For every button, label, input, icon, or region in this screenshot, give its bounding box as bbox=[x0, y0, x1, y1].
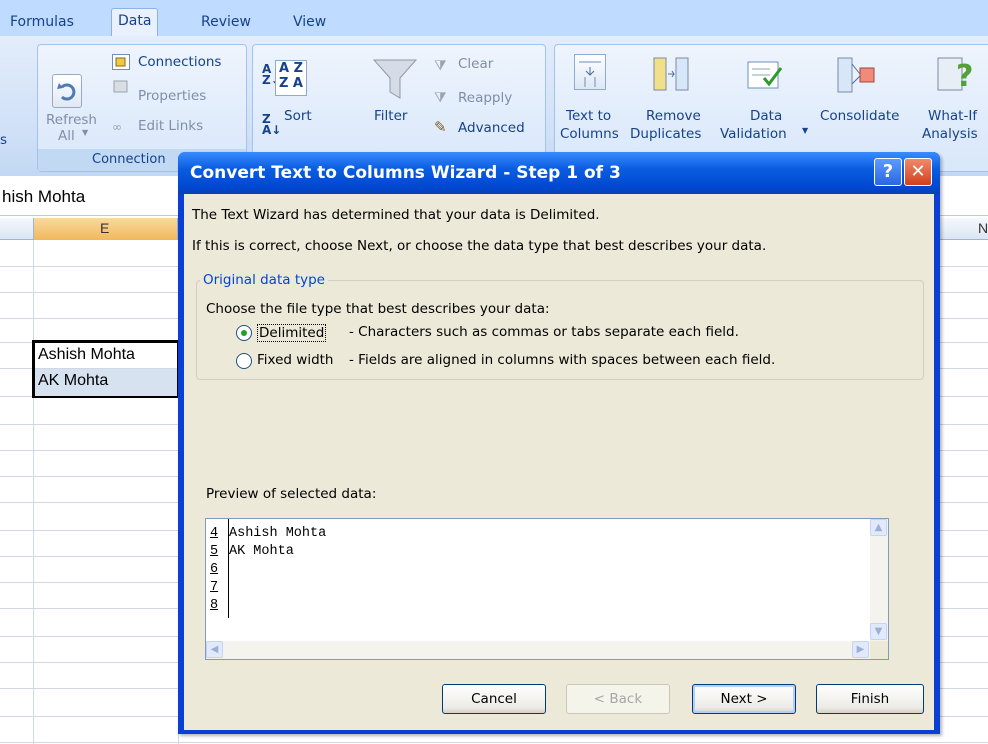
preview-blank-area bbox=[206, 618, 870, 641]
scroll-right-icon[interactable]: ▶ bbox=[852, 641, 869, 658]
consolidate-button[interactable]: Consolidate bbox=[820, 108, 899, 124]
dialog-title: Convert Text to Columns Wizard - Step 1 … bbox=[190, 163, 621, 183]
column-header-e[interactable]: E bbox=[100, 220, 109, 236]
row-number: 5 bbox=[210, 544, 219, 559]
what-if-label[interactable]: What-If bbox=[928, 108, 977, 124]
choose-file-type-label: Choose the file type that best describes… bbox=[206, 301, 550, 317]
duplicates-label[interactable]: Duplicates bbox=[630, 126, 701, 142]
columns-label[interactable]: Columns bbox=[560, 126, 619, 142]
chevron-down-icon: ▼ bbox=[82, 128, 89, 137]
tab-view[interactable]: View bbox=[287, 10, 332, 36]
scrollbar-corner bbox=[870, 641, 888, 659]
preview-row-text: Ashish Mohta bbox=[229, 526, 327, 541]
ribbon-fragment-label: s bbox=[0, 132, 8, 148]
row-number: 7 bbox=[210, 580, 219, 595]
scroll-up-icon[interactable]: ▲ bbox=[870, 519, 887, 536]
dialog-title-bar[interactable]: Convert Text to Columns Wizard - Step 1 … bbox=[178, 152, 940, 194]
sort-descending-icon[interactable]: Z A↓ bbox=[262, 113, 281, 136]
delimited-label[interactable]: Delimited bbox=[257, 324, 327, 342]
wizard-message-line2: If this is correct, choose Next, or choo… bbox=[192, 238, 767, 254]
delimited-description: - Characters such as commas or tabs sepa… bbox=[349, 324, 739, 340]
fixed-width-radio[interactable] bbox=[236, 353, 252, 369]
text-to-columns-icon[interactable] bbox=[574, 54, 606, 90]
sort-az-icon[interactable]: A ZZ A bbox=[275, 60, 307, 96]
formula-bar-content[interactable]: hish Mohta bbox=[2, 187, 85, 207]
close-button[interactable]: ✕ bbox=[904, 158, 932, 186]
properties-button[interactable]: Properties bbox=[138, 88, 206, 104]
horizontal-scrollbar[interactable]: ◀ ▶ bbox=[206, 641, 870, 659]
next-button[interactable]: Next > bbox=[692, 684, 796, 714]
chevron-down-icon: ▼ bbox=[802, 126, 809, 135]
vertical-scrollbar[interactable]: ▲ ▼ bbox=[870, 519, 888, 641]
remove-label[interactable]: Remove bbox=[646, 108, 701, 124]
scroll-down-icon[interactable]: ▼ bbox=[870, 623, 887, 640]
finish-button[interactable]: Finish bbox=[816, 684, 924, 714]
data-label[interactable]: Data bbox=[750, 108, 782, 124]
original-data-type-label: Original data type bbox=[200, 272, 328, 288]
column-header-n[interactable]: N bbox=[978, 220, 988, 236]
refresh-all-label[interactable]: All bbox=[58, 128, 75, 144]
fixed-width-description: - Fields are aligned in columns with spa… bbox=[349, 352, 776, 368]
properties-icon bbox=[112, 78, 130, 94]
advanced-button[interactable]: Advanced bbox=[458, 120, 525, 136]
reapply-button[interactable]: Reapply bbox=[458, 90, 512, 106]
help-button[interactable]: ? bbox=[874, 158, 902, 186]
what-if-analysis-icon[interactable]: ? bbox=[936, 54, 976, 94]
refresh-all-icon[interactable] bbox=[52, 74, 82, 108]
cancel-button[interactable]: Cancel bbox=[442, 684, 546, 714]
clear-filter-icon: ⧩ bbox=[434, 58, 447, 74]
connections-button[interactable]: Connections bbox=[138, 54, 221, 70]
tab-review[interactable]: Review bbox=[195, 10, 257, 36]
row-number: 8 bbox=[210, 598, 219, 613]
reapply-icon: ⧩ bbox=[434, 90, 447, 106]
svg-text:?: ? bbox=[956, 59, 973, 94]
back-button[interactable]: < Back bbox=[566, 684, 670, 714]
validation-label[interactable]: Validation bbox=[720, 126, 787, 142]
row-number: 6 bbox=[210, 562, 219, 577]
connections-icon[interactable] bbox=[112, 54, 130, 70]
consolidate-icon[interactable] bbox=[836, 56, 876, 94]
ribbon-tab-bar: Formulas Data Review View bbox=[0, 0, 988, 36]
text-to-label[interactable]: Text to bbox=[566, 108, 611, 124]
preview-label: Preview of selected data: bbox=[206, 486, 377, 502]
clear-button[interactable]: Clear bbox=[458, 56, 493, 72]
tab-data[interactable]: Data bbox=[111, 8, 159, 36]
cell-e5[interactable]: AK Mohta bbox=[38, 372, 108, 390]
cell-e4[interactable]: Ashish Mohta bbox=[38, 346, 135, 364]
sort-button[interactable]: Sort bbox=[284, 108, 312, 124]
fixed-width-label[interactable]: Fixed width bbox=[257, 352, 334, 368]
delimited-radio[interactable] bbox=[236, 325, 252, 341]
advanced-filter-icon: ✎ bbox=[434, 118, 447, 136]
tab-formulas[interactable]: Formulas bbox=[4, 10, 80, 36]
edit-links-icon: ∞ bbox=[112, 120, 122, 134]
filter-icon[interactable] bbox=[372, 56, 418, 106]
preview-row-text: AK Mohta bbox=[229, 544, 294, 559]
wizard-message-line1: The Text Wizard has determined that your… bbox=[192, 207, 600, 223]
edit-links-button[interactable]: Edit Links bbox=[138, 118, 203, 134]
remove-duplicates-icon[interactable] bbox=[652, 56, 692, 92]
analysis-label[interactable]: Analysis bbox=[922, 126, 978, 142]
filter-button[interactable]: Filter bbox=[374, 108, 407, 124]
scroll-left-icon[interactable]: ◀ bbox=[206, 641, 223, 658]
data-validation-icon[interactable] bbox=[746, 58, 784, 92]
refresh-label[interactable]: Refresh bbox=[46, 112, 97, 128]
row-number: 4 bbox=[210, 526, 219, 541]
